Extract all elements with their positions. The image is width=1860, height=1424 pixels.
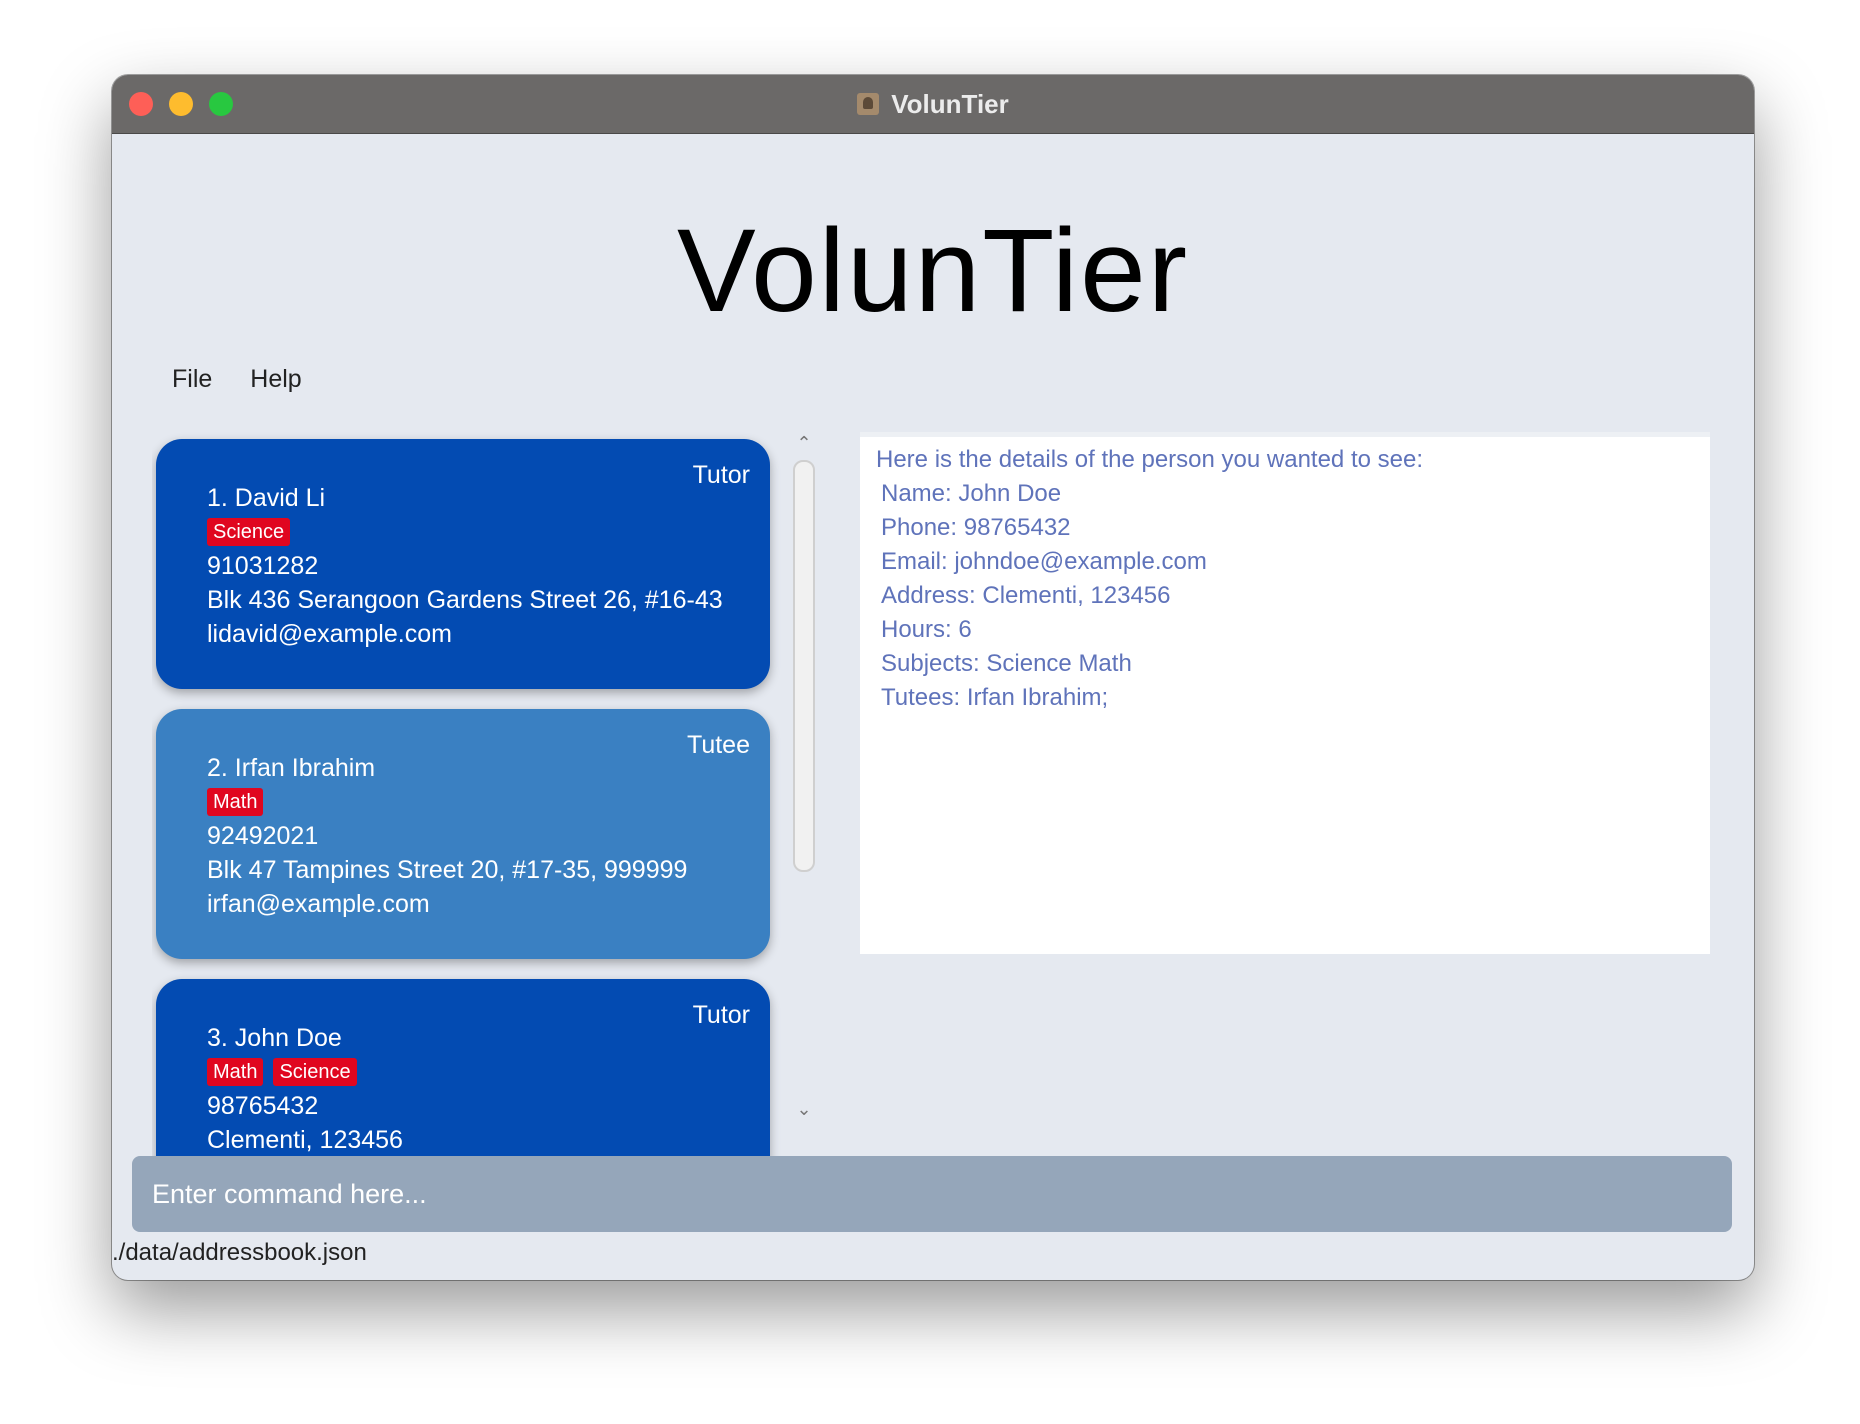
app-window: VolunTier VolunTier File Help Tutor 1. D…: [112, 75, 1754, 1280]
subject-tag: Science: [207, 518, 291, 546]
subject-tag: Science: [273, 1058, 357, 1086]
person-phone: 98765432: [207, 1092, 319, 1120]
detail-hours: Hours: 6: [881, 616, 972, 643]
detail-heading: Here is the details of the person you wa…: [876, 446, 1423, 473]
person-email: irfan@example.com: [207, 890, 430, 918]
person-address: Blk 47 Tampines Street 20, #17-35, 99999…: [207, 856, 688, 884]
subject-tag: Math: [207, 1058, 264, 1086]
subject-tag: Math: [207, 788, 264, 816]
person-tags: Math Science: [207, 1055, 730, 1089]
chevron-up-icon[interactable]: ⌃: [792, 433, 816, 454]
app-header-title: VolunTier: [676, 205, 1190, 337]
chevron-down-icon[interactable]: ⌄: [792, 1099, 816, 1120]
menu-file[interactable]: File: [172, 365, 212, 394]
person-detail-panel: Here is the details of the person you wa…: [860, 432, 1710, 954]
person-name: 3. John Doe: [207, 1024, 342, 1052]
detail-address: Address: Clementi, 123456: [881, 582, 1171, 609]
person-address: Clementi, 123456: [207, 1126, 403, 1154]
detail-tutees: Tutees: Irfan Ibrahim;: [881, 684, 1109, 711]
person-card[interactable]: Tutee 2. Irfan Ibrahim Math 92492021 Blk…: [156, 709, 770, 959]
contacts-app-icon: [857, 93, 880, 115]
person-phone: 92492021: [207, 822, 319, 850]
person-name: 2. Irfan Ibrahim: [207, 754, 376, 782]
detail-name: Name: John Doe: [881, 480, 1062, 507]
title-bar: VolunTier: [112, 75, 1754, 134]
menu-bar: File Help: [172, 365, 302, 394]
person-name: 1. David Li: [207, 484, 326, 512]
detail-subjects: Subjects: Science Math: [881, 650, 1132, 677]
person-card[interactable]: Tutor 1. David Li Science 91031282 Blk 4…: [156, 439, 770, 689]
status-bar-file-path: ./data/addressbook.json: [112, 1239, 367, 1266]
detail-email: Email: johndoe@example.com: [881, 548, 1207, 575]
window-title: VolunTier: [891, 88, 1009, 119]
window-title-group: VolunTier: [112, 75, 1754, 133]
person-email: lidavid@example.com: [207, 620, 452, 648]
person-tags: Math: [207, 785, 730, 819]
detail-phone: Phone: 98765432: [881, 514, 1071, 541]
menu-help[interactable]: Help: [250, 365, 301, 394]
person-list[interactable]: Tutor 1. David Li Science 91031282 Blk 4…: [152, 431, 782, 1202]
person-address: Blk 436 Serangoon Gardens Street 26, #16…: [207, 586, 723, 614]
list-scrollbar-thumb[interactable]: [793, 460, 815, 872]
command-input[interactable]: [132, 1156, 1732, 1232]
person-tags: Science: [207, 515, 730, 549]
person-phone: 91031282: [207, 552, 319, 580]
